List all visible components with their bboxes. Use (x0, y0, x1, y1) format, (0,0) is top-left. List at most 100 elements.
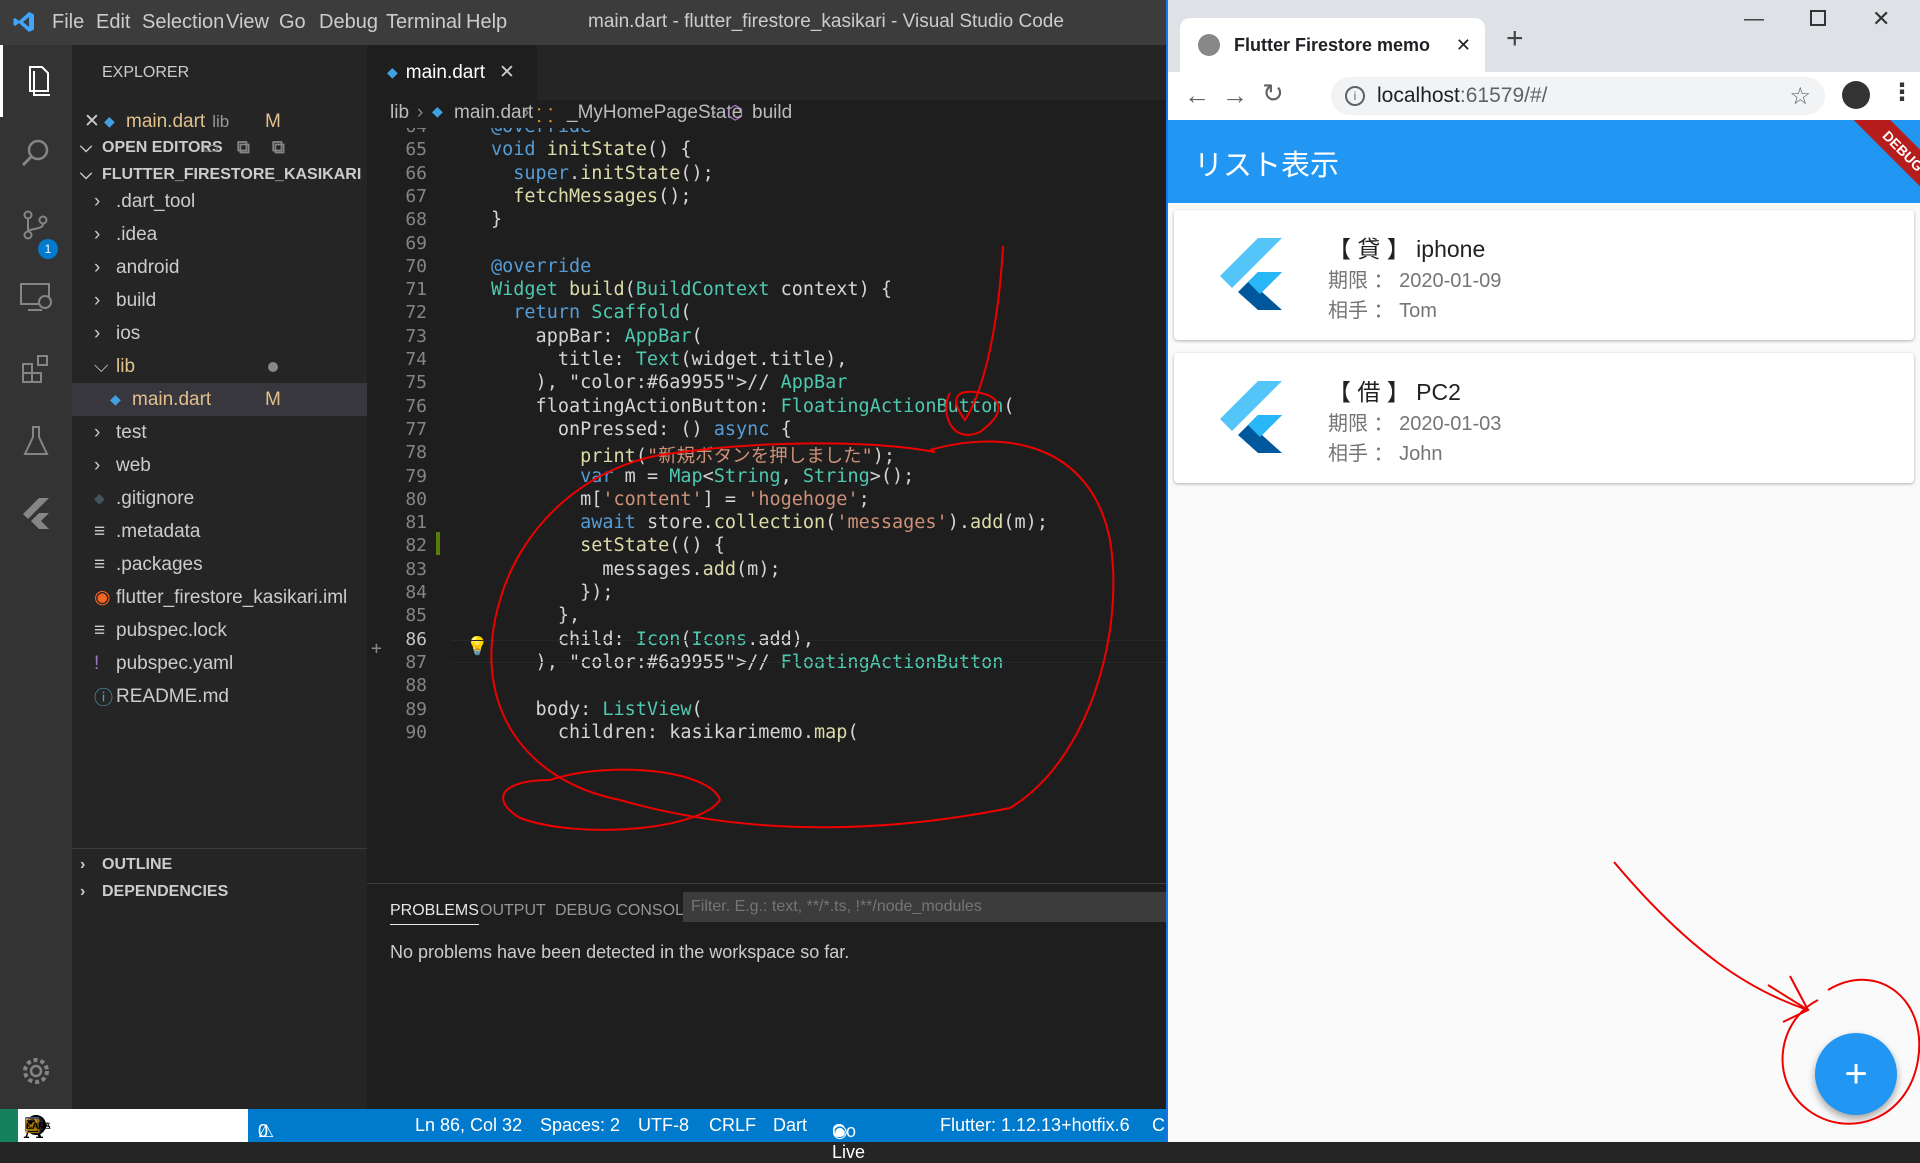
breadcrumb-lib[interactable]: lib (390, 102, 409, 124)
remote-indicator[interactable] (0, 1109, 18, 1142)
bookmark-star-icon[interactable]: ☆ (1789, 82, 1811, 111)
back-icon[interactable]: ← (1184, 80, 1210, 111)
breadcrumb: lib › ◆ main.dart › ⸬ _MyHomePageState ›… (367, 100, 1166, 128)
problems-filter-input[interactable] (683, 892, 1166, 922)
tree-file[interactable]: ⓘ README.md (72, 680, 367, 713)
search-icon[interactable] (0, 117, 72, 189)
tree-folder[interactable]: › build (72, 284, 367, 317)
tree-folder[interactable]: › test (72, 416, 367, 449)
tab-main-dart[interactable]: ◆ main.dart ✕ (367, 45, 537, 100)
tree-label: .metadata (116, 520, 201, 542)
line-number: 73 (405, 325, 427, 347)
tree-folder[interactable]: ⌵ lib (72, 350, 367, 383)
indentation[interactable]: Spaces: 2 (540, 1115, 620, 1136)
menu-debug[interactable]: Debug (319, 11, 378, 34)
tree-folder[interactable]: › .dart_tool (72, 185, 367, 218)
source-control-icon[interactable]: 1 (0, 189, 72, 261)
close-tab-icon[interactable]: ✕ (1456, 35, 1471, 56)
dependencies-header[interactable]: › DEPENDENCIES (72, 875, 367, 908)
maximize-icon[interactable] (1810, 10, 1826, 26)
browser-tab[interactable]: Flutter Firestore memo ✕ (1180, 18, 1485, 72)
encoding[interactable]: UTF-8 (638, 1115, 689, 1136)
add-fab-button[interactable]: + (1815, 1033, 1897, 1115)
url-path: :61579/#/ (1459, 84, 1548, 107)
code-line: print("新規ボタンを押しました"); (580, 446, 896, 468)
line-number: 74 (405, 349, 427, 370)
line-ending[interactable]: CRLF (709, 1115, 756, 1136)
tree-file[interactable]: ◆ .gitignore (72, 482, 367, 515)
info-icon[interactable]: i (1345, 86, 1365, 106)
close-icon[interactable]: ✕ (84, 110, 104, 133)
test-flask-icon[interactable] (0, 405, 72, 477)
chevron-right-icon: › (94, 454, 101, 476)
tree-file[interactable]: ! pubspec.yaml (72, 647, 367, 680)
tree-file[interactable]: ◆ main.dart M (72, 383, 367, 416)
remote-explorer-icon[interactable] (0, 261, 72, 333)
editor-tabs: ◆ main.dart ✕ (367, 45, 1166, 100)
extensions-icon[interactable] (0, 333, 72, 405)
line-number: 67 (405, 185, 427, 207)
code-line: onPressed: () async { (491, 418, 792, 440)
menu-file[interactable]: File (52, 11, 84, 34)
tab-debug-console[interactable]: DEBUG CONSOLE (555, 902, 695, 920)
line-number: 68 (405, 209, 427, 231)
tree-file[interactable]: ◉ flutter_firestore_kasikari.iml (72, 581, 367, 614)
breadcrumb-method[interactable]: build (752, 102, 792, 124)
dependencies-label: DEPENDENCIES (102, 882, 229, 900)
tab-problems[interactable]: PROBLEMS (390, 902, 479, 925)
menu-go[interactable]: Go (279, 11, 306, 34)
tree-folder[interactable]: › web (72, 449, 367, 482)
go-live-label: Go Live (832, 1121, 866, 1162)
flutter-version[interactable]: Flutter: 1.12.13+hotfix.6 (940, 1115, 1130, 1136)
list-item-card[interactable]: 【 貸 】 iphone 期限 ： 2020-01-09 相手 ： Tom (1174, 210, 1914, 340)
code-line: m['content'] = 'hogehoge'; (491, 488, 870, 510)
code-line: ), "color:#6a9955">// AppBar (491, 372, 848, 394)
code-line: messages.add(m); (491, 558, 781, 580)
list-item-card[interactable]: 【 借 】 PC2 期限 ： 2020-01-03 相手 ： John (1174, 353, 1914, 483)
tree-folder[interactable]: › ios (72, 317, 367, 350)
fold-plus-icon[interactable]: + (371, 638, 382, 659)
close-icon[interactable]: ✕ (499, 61, 515, 84)
code-editor[interactable]: 64 @override 65 void initState() {66 super.… (367, 128, 1166, 883)
tree-file[interactable]: ≡ .packages (72, 548, 367, 581)
menu-terminal[interactable]: Terminal (386, 11, 462, 34)
breadcrumb-file[interactable]: main.dart (454, 102, 533, 124)
flutter-icon[interactable] (0, 477, 72, 549)
code-line: super.initState(); (513, 162, 714, 184)
menu-view[interactable]: View (226, 11, 269, 34)
tree-folder[interactable]: › .idea (72, 218, 367, 251)
minimize-icon[interactable]: — (1744, 8, 1764, 31)
line-number: 85 (405, 605, 427, 627)
chrome-menu-icon[interactable]: ⋮ (1890, 78, 1914, 107)
reload-icon[interactable]: ↻ (1262, 78, 1284, 109)
line-number: 70 (405, 255, 427, 277)
line-number: 66 (405, 162, 427, 184)
forward-icon[interactable]: → (1222, 80, 1248, 111)
explorer-icon[interactable] (0, 45, 72, 117)
cursor-position[interactable]: Ln 86, Col 32 (415, 1115, 522, 1136)
new-tab-icon[interactable]: + (1506, 22, 1524, 56)
tree-folder[interactable]: › android (72, 251, 367, 284)
dart-file-icon: ◆ (110, 391, 121, 407)
ime-menu-icon[interactable]: ⏷ (26, 1115, 36, 1130)
tree-label: build (116, 289, 157, 311)
address-bar[interactable]: i localhost :61579/#/ ☆ (1331, 77, 1825, 115)
tree-file[interactable]: ≡ pubspec.lock (72, 614, 367, 647)
menu-help[interactable]: Help (466, 11, 507, 34)
tree-file[interactable]: ≡ .metadata (72, 515, 367, 548)
menu-selection[interactable]: Selection (142, 11, 224, 34)
language-mode[interactable]: Dart (773, 1115, 807, 1136)
tree-label: test (116, 421, 147, 443)
menu-edit[interactable]: Edit (96, 11, 130, 34)
settings-gear-icon[interactable] (0, 1035, 72, 1107)
profile-avatar-icon[interactable] (1842, 81, 1870, 109)
line-number: 79 (405, 465, 427, 487)
status-more[interactable]: C (1152, 1115, 1165, 1136)
tab-output[interactable]: OUTPUT (480, 902, 546, 920)
browser-tab-title: Flutter Firestore memo (1234, 34, 1431, 55)
line-number: 82 (405, 535, 427, 557)
line-number: 76 (405, 395, 427, 417)
text-file-icon: ≡ (94, 520, 106, 542)
close-window-icon[interactable]: ✕ (1872, 6, 1890, 32)
chevron-right-icon: › (94, 190, 101, 212)
